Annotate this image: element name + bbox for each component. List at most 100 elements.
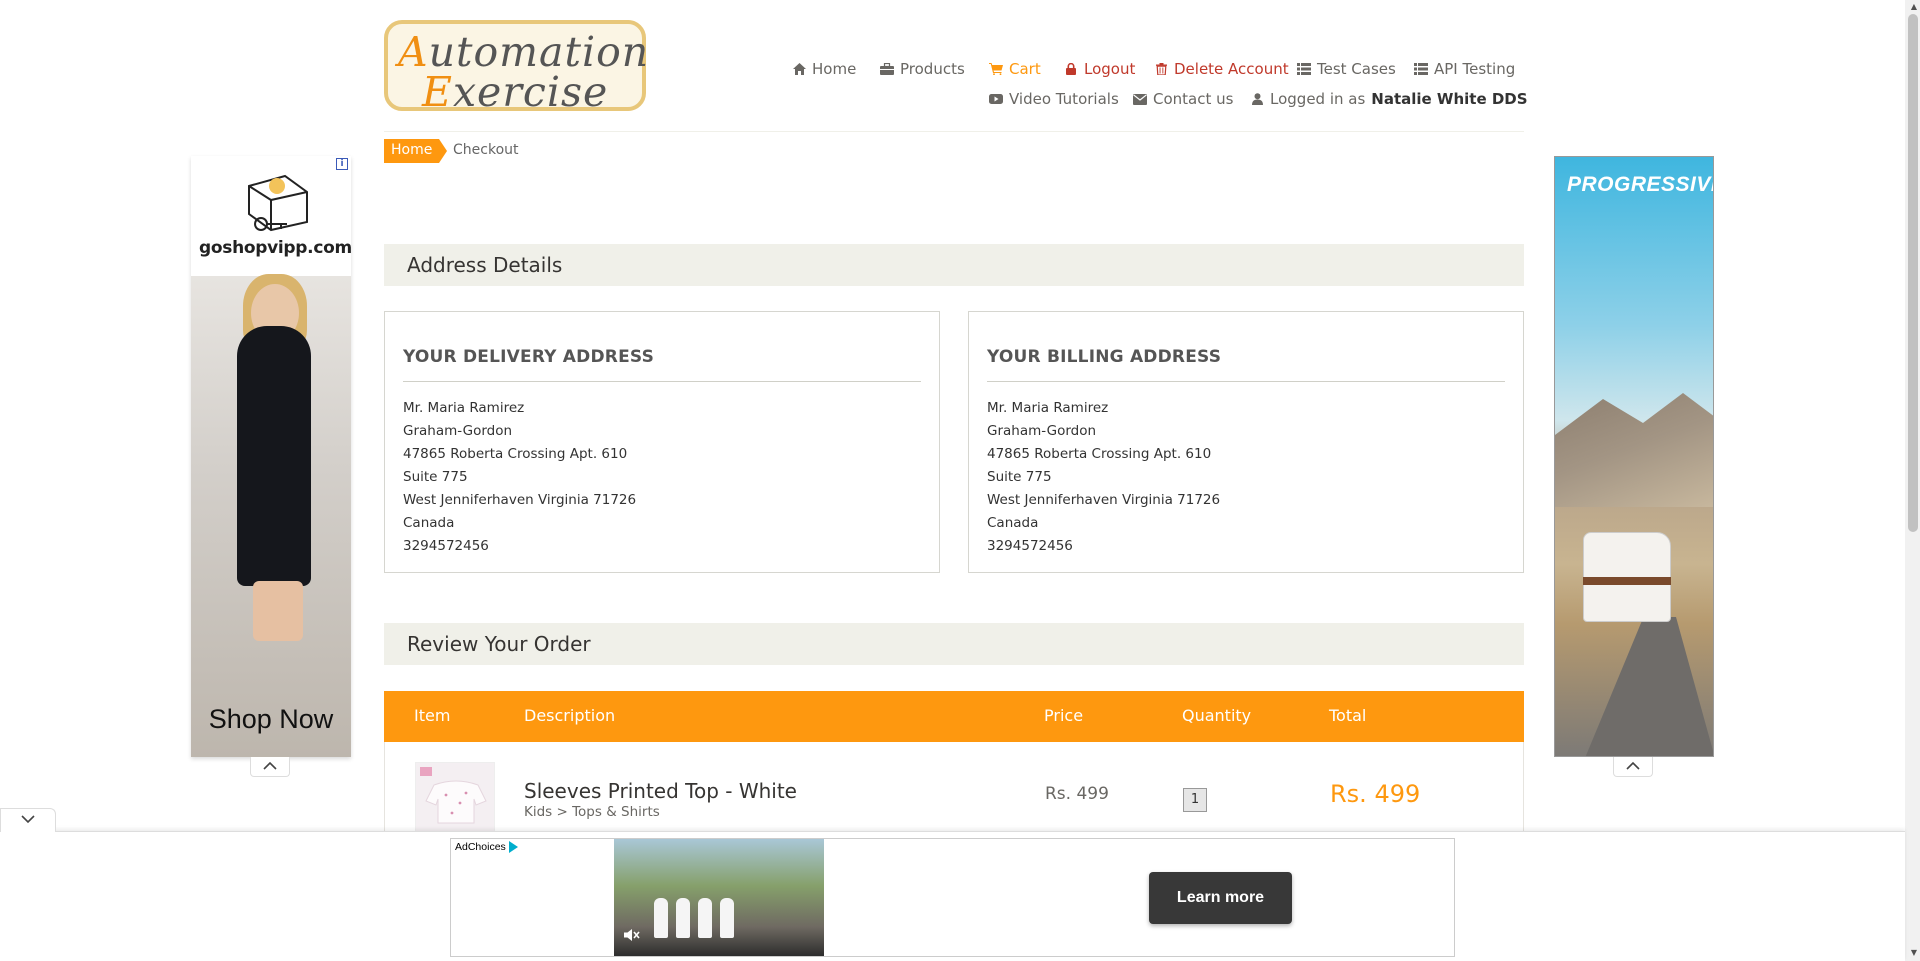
delivery-name: Mr. Maria Ramirez [403,400,525,416]
ad-brand-logo: goshopvipp.com [191,156,351,276]
logged-in-username: Natalie White DDS [1371,90,1528,108]
table-row: Sleeves Printed Top - White Kids > Tops … [384,742,1524,842]
product-image[interactable] [415,762,495,832]
right-side-ad[interactable]: PROGRESSIVE [1554,156,1714,757]
delivery-address2: Suite 775 [403,469,468,485]
breadcrumb-current: Checkout [453,142,519,158]
nav-home-label: Home [812,60,857,78]
nav-logged-in[interactable]: Logged in as Natalie White DDS [1250,90,1528,108]
billing-country: Canada [987,515,1039,531]
nav-api-testing[interactable]: API Testing [1414,60,1515,78]
nav-home[interactable]: Home [792,60,856,78]
product-price: Rs. 499 [1045,784,1109,804]
nav-test-cases-label: Test Cases [1317,60,1396,78]
home-icon [792,62,806,76]
ad-info-icon[interactable]: i [336,158,348,170]
nav-cart-label: Cart [1009,60,1041,78]
col-total: Total [1329,706,1367,725]
nav-api-testing-label: API Testing [1434,60,1516,78]
adchoices-icon [508,841,518,853]
ad-progressive-logo: PROGRESSIVE [1567,173,1714,196]
nav-cart[interactable]: Cart [989,60,1041,78]
right-ad-collapse-button[interactable] [1613,757,1653,777]
nav-test-cases[interactable]: Test Cases [1297,60,1396,78]
cart-icon [989,62,1003,76]
play-icon [989,92,1003,106]
mute-icon[interactable] [624,928,640,946]
adchoices-label[interactable]: AdChoices [455,841,518,853]
ad-mountain-scene [1555,393,1713,507]
product-quantity: 1 [1183,788,1207,812]
scroll-thumb[interactable] [1908,14,1918,532]
video-figure [676,898,690,938]
chevron-up-icon [1626,759,1640,773]
product-name[interactable]: Sleeves Printed Top - White [524,779,797,803]
order-table-header: Item Description Price Quantity Total [384,691,1524,742]
delivery-city-state-zip: West Jenniferhaven Virginia 71726 [403,492,637,508]
chevron-down-icon [21,812,35,828]
left-side-ad[interactable]: goshopvipp.com Shop Now [191,156,351,757]
billing-city-state-zip: West Jenniferhaven Virginia 71726 [987,492,1221,508]
ad-road [1585,617,1713,756]
user-icon [1250,92,1264,106]
col-quantity: Quantity [1182,706,1252,725]
page-scrollbar[interactable]: ▲ ▼ [1905,0,1920,961]
lock-icon [1064,62,1078,76]
learn-more-button[interactable]: Learn more [1149,872,1292,924]
site-logo[interactable]: Automation Exercise [384,20,648,116]
product-total: Rs. 499 [1330,780,1421,808]
scroll-up-arrow-icon[interactable]: ▲ [1911,2,1917,11]
nav-products[interactable]: Products [880,60,965,78]
video-figure [720,898,734,938]
billing-name: Mr. Maria Ramirez [987,400,1109,416]
scroll-down-arrow-icon[interactable]: ▼ [1911,948,1917,957]
video-figure [698,898,712,938]
list-icon [1414,62,1428,76]
billing-address-title: YOUR BILLING ADDRESS [987,347,1505,382]
col-description: Description [524,706,616,725]
ad-photo-dress [237,326,311,586]
ad-video[interactable] [614,839,824,956]
envelope-icon [1133,92,1147,106]
nav-delete-account[interactable]: Delete Account [1154,60,1289,78]
col-price: Price [1044,706,1084,725]
delivery-address-title: YOUR DELIVERY ADDRESS [403,347,921,382]
adchoices-text: AdChoices [455,841,506,853]
nav-delete-account-label: Delete Account [1174,60,1289,78]
nav-logout[interactable]: Logout [1064,60,1135,78]
ad-shop-now[interactable]: Shop Now [191,704,351,735]
briefcase-icon [880,62,894,76]
delivery-country: Canada [403,515,455,531]
delivery-address1: 47865 Roberta Crossing Apt. 610 [403,446,628,462]
nav-contact-us[interactable]: Contact us [1133,90,1233,108]
trash-icon [1154,62,1168,76]
nav-contact-us-label: Contact us [1153,90,1234,108]
billing-phone: 3294572456 [987,538,1073,554]
nav-products-label: Products [900,60,965,78]
logo-letter-e: E [422,68,453,116]
anchor-ad[interactable]: AdChoices Learn more [450,838,1455,957]
ad-brand-text: goshopvipp.com [199,238,351,258]
chevron-up-icon [263,759,277,773]
col-item: Item [414,706,451,725]
delivery-phone: 3294572456 [403,538,489,554]
logged-in-prefix: Logged in as [1270,90,1366,108]
billing-address1: 47865 Roberta Crossing Apt. 610 [987,446,1212,462]
breadcrumb-home[interactable]: Home [384,139,448,163]
nav-video-tutorials[interactable]: Video Tutorials [989,90,1119,108]
logo-text-2: xercise [452,68,609,116]
delivery-company: Graham-Gordon [403,423,513,439]
nav-video-tutorials-label: Video Tutorials [1009,90,1119,108]
header-divider [384,131,1524,132]
left-ad-collapse-button[interactable] [250,757,290,777]
video-figure [654,898,668,938]
delivery-address-lines: Mr. Maria Ramirez Graham-Gordon 47865 Ro… [403,397,921,558]
billing-address-box: YOUR BILLING ADDRESS Mr. Maria Ramirez G… [968,311,1524,573]
address-details-heading: Address Details [384,244,1524,286]
review-order-heading: Review Your Order [384,623,1524,665]
billing-company: Graham-Gordon [987,423,1097,439]
ad-photo-legs [253,581,303,641]
product-category: Kids > Tops & Shirts [524,804,660,820]
anchor-ad-collapse-button[interactable] [0,808,56,832]
ad-rv-stripe [1583,577,1671,585]
